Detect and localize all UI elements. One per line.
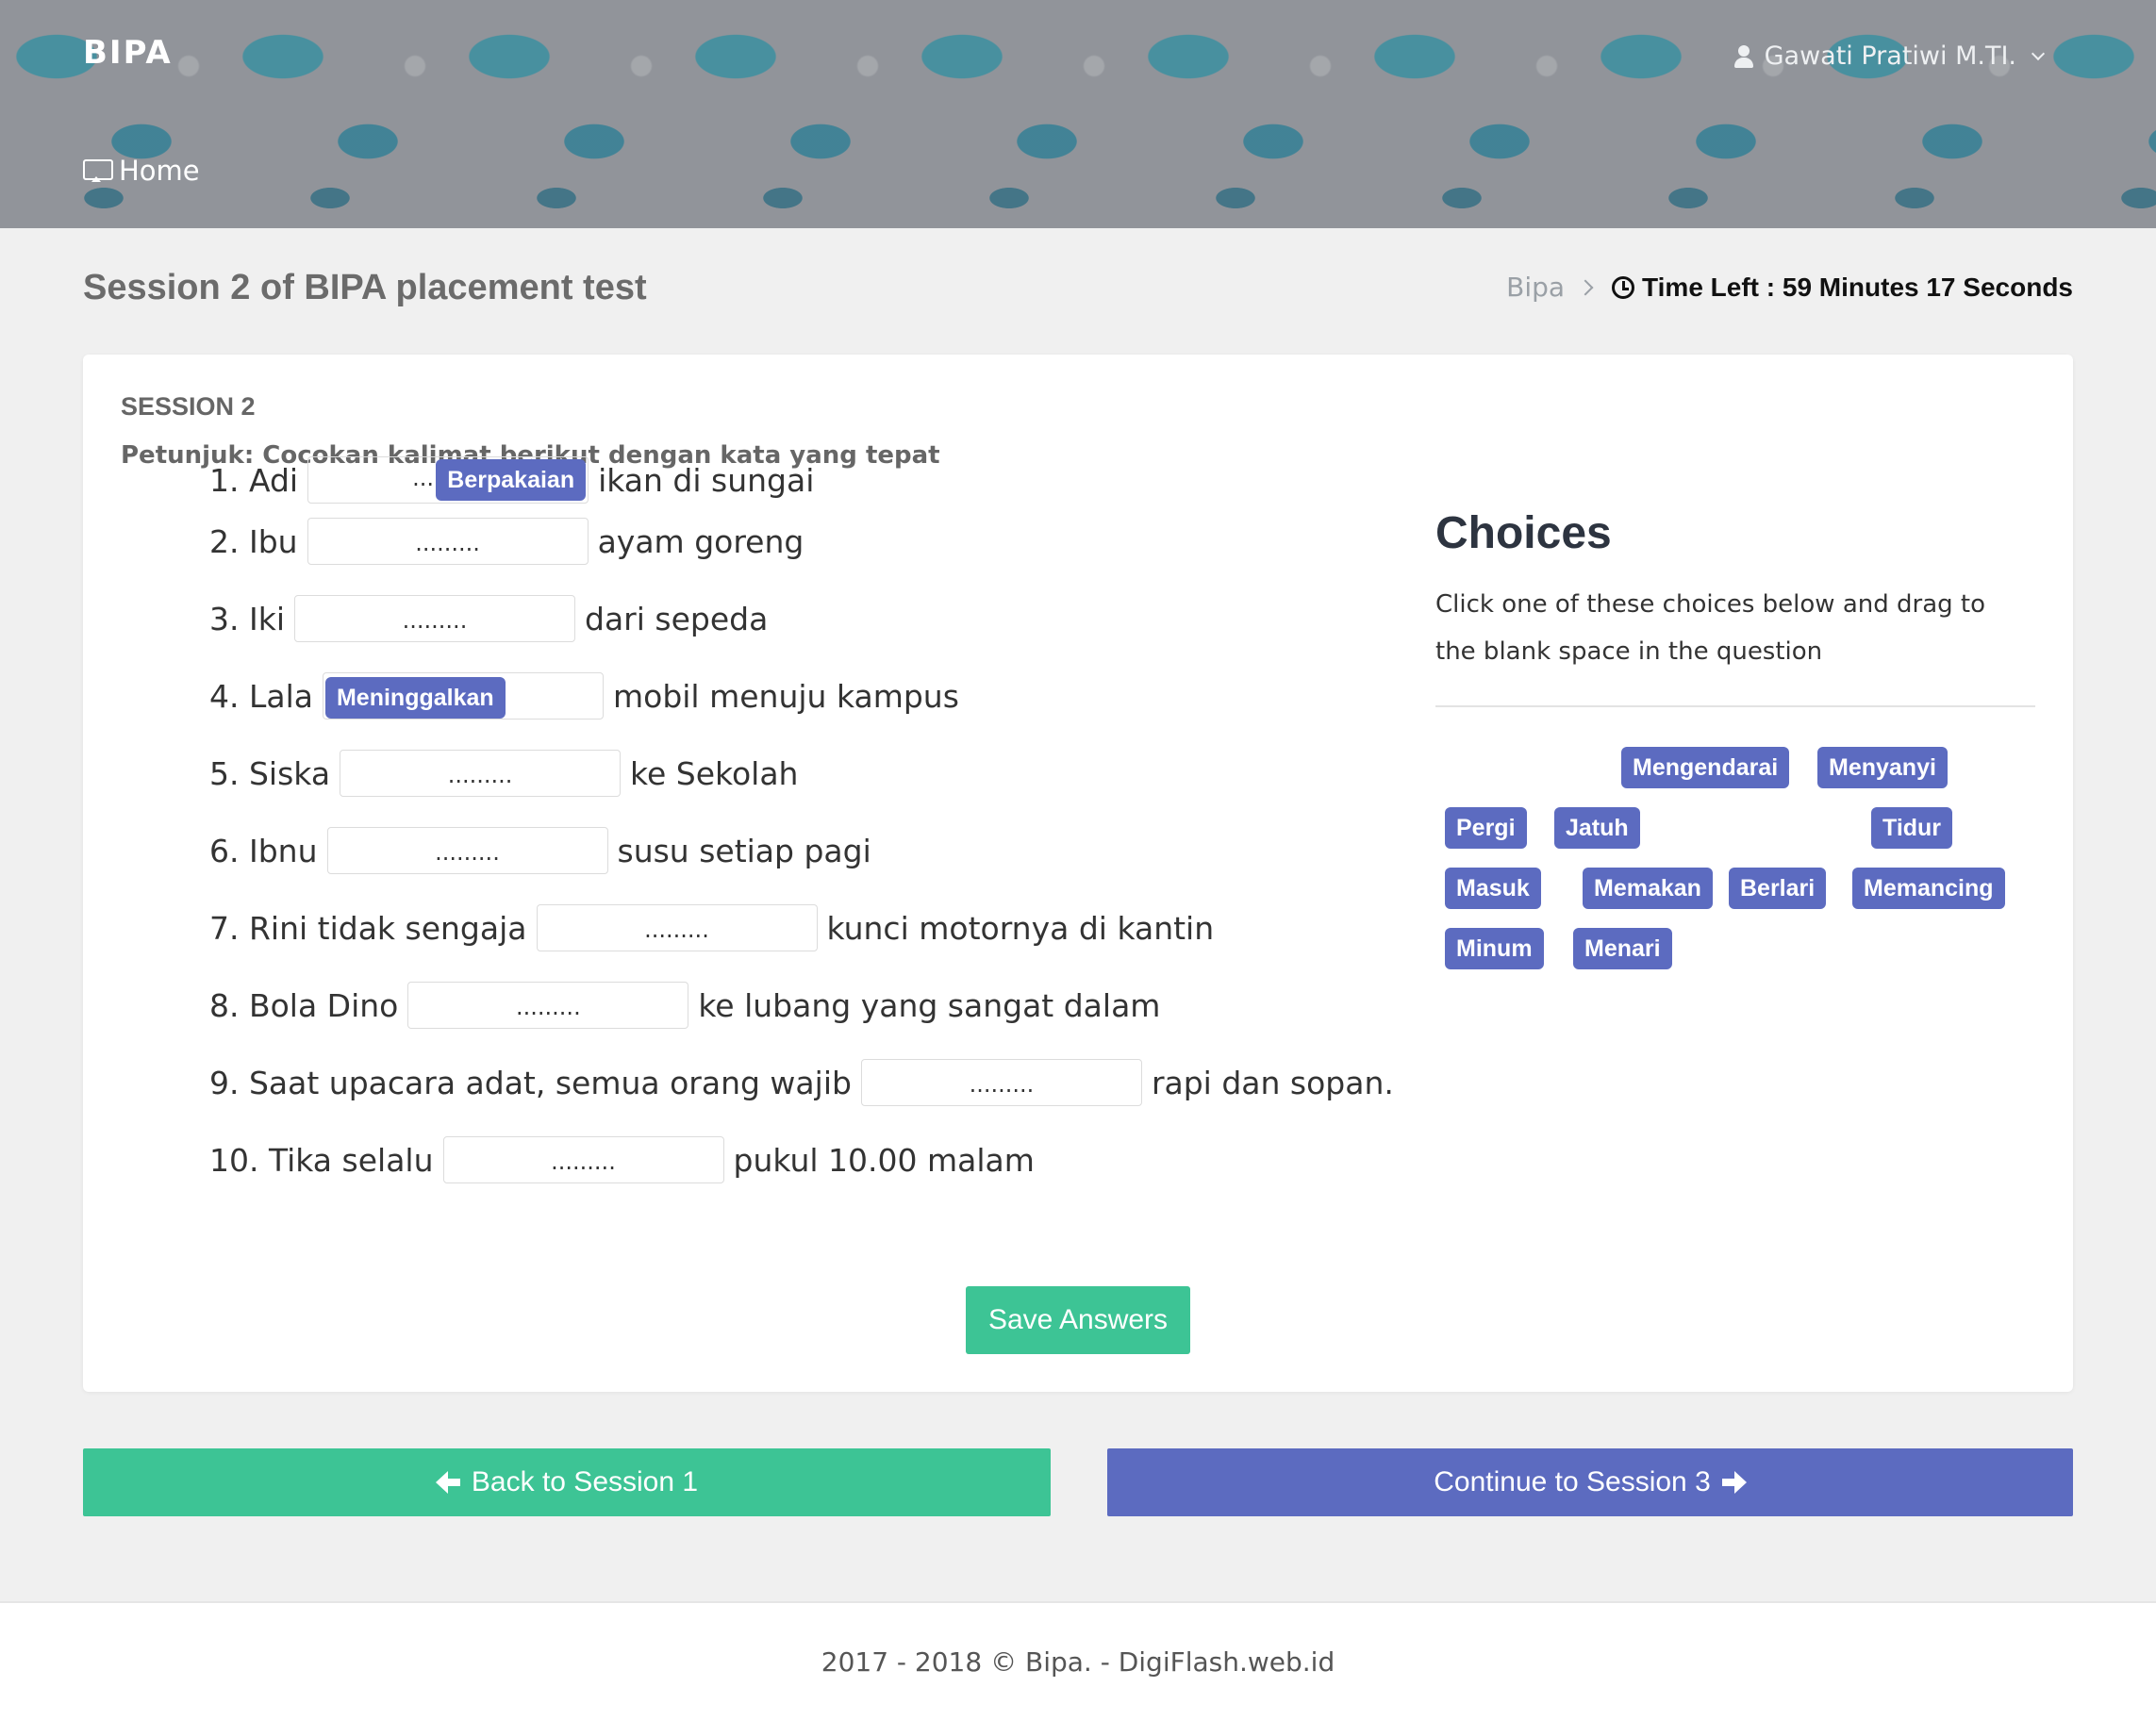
choice-chip[interactable]: Menari <box>1573 928 1672 969</box>
answer-blank[interactable]: ......... <box>407 982 689 1029</box>
time-left: Time Left : 59 Minutes 17 Seconds <box>1642 272 2073 302</box>
divider <box>1435 705 2035 707</box>
question-text: ke lubang yang sangat dalam <box>698 986 1161 1024</box>
question-text: ke Sekolah <box>630 754 799 792</box>
blank-placeholder: ......... <box>402 607 468 634</box>
question-text: kunci motornya di kantin <box>826 909 1215 947</box>
question-5: 5. Siska ......... ke Sekolah <box>209 750 798 797</box>
choice-chip[interactable]: Minum <box>1445 928 1544 969</box>
choice-chip[interactable]: Berlari <box>1729 868 1827 909</box>
question-7: 7. Rini tidak sengaja ......... kunci mo… <box>209 904 1214 951</box>
session-label: SESSION 2 <box>121 392 256 421</box>
question-8: 8. Bola Dino ......... ke lubang yang sa… <box>209 982 1160 1029</box>
save-answers-button[interactable]: Save Answers <box>966 1286 1190 1354</box>
question-text: 9. Saat upacara adat, semua orang wajib <box>209 1064 852 1101</box>
chevron-down-icon <box>2031 46 2046 60</box>
chevron-right-icon <box>1577 279 1594 295</box>
next-button-label: Continue to Session 3 <box>1434 1466 1711 1497</box>
placed-answer-chip[interactable]: Meninggalkan <box>324 677 506 719</box>
blank-placeholder: ......... <box>516 994 581 1020</box>
blank-placeholder: ......... <box>644 917 709 943</box>
answer-blank[interactable]: ......... <box>536 904 818 951</box>
blank-placeholder: ......... <box>551 1149 616 1175</box>
question-text: susu setiap pagi <box>617 832 871 869</box>
question-text: mobil menuju kampus <box>612 677 959 715</box>
question-text: rapi dan sopan. <box>1151 1064 1394 1101</box>
answer-blank[interactable]: ......... <box>307 518 589 565</box>
page-title: Session 2 of BIPA placement test <box>83 268 647 307</box>
choice-chip[interactable]: Menyanyi <box>1817 747 1948 788</box>
question-text: 3. Iki <box>209 600 285 637</box>
answer-blank[interactable]: ......... <box>860 1059 1142 1106</box>
choice-chip[interactable]: Memakan <box>1583 868 1713 909</box>
nav-home[interactable]: Home <box>83 155 200 187</box>
clock-icon <box>1612 275 1635 299</box>
question-10: 10. Tika selalu ......... pukul 10.00 ma… <box>209 1136 1035 1183</box>
question-text: dari sepeda <box>585 600 769 637</box>
continue-to-session-3-button[interactable]: Continue to Session 3 <box>1107 1448 2073 1516</box>
placed-answer-chip[interactable]: Berpakaian <box>436 459 587 501</box>
choice-chip[interactable]: Pergi <box>1445 807 1527 849</box>
question-6: 6. Ibnu ......... susu setiap pagi <box>209 827 871 874</box>
choice-chip[interactable]: Tidur <box>1871 807 1953 849</box>
question-2: 2. Ibu ......... ayam goreng <box>209 518 804 565</box>
back-button-label: Back to Session 1 <box>471 1466 699 1497</box>
footer-text: 2017 - 2018 © Bipa. - DigiFlash.web.id <box>821 1646 1335 1678</box>
answer-blank[interactable]: ......... <box>340 750 622 797</box>
choice-chip[interactable]: Memancing <box>1852 868 2005 909</box>
answer-blank[interactable]: ......... <box>442 1136 724 1183</box>
question-text: 1. Adi <box>209 461 299 499</box>
question-text: 6. Ibnu <box>209 832 318 869</box>
question-3: 3. Iki ......... dari sepeda <box>209 595 768 642</box>
answer-blank[interactable]: ......... <box>294 595 575 642</box>
blank-placeholder: ......... <box>447 762 513 788</box>
blank-placeholder: ......... <box>435 839 500 866</box>
question-text: 10. Tika selalu <box>209 1141 434 1179</box>
question-text: pukul 10.00 malam <box>733 1141 1035 1179</box>
blank-placeholder: ... <box>412 465 434 491</box>
question-text: 4. Lala <box>209 677 313 715</box>
question-text: ikan di sungai <box>598 461 815 499</box>
user-menu[interactable]: Gawati Pratiwi M.TI. <box>1733 41 2046 71</box>
breadcrumb-bipa[interactable]: Bipa <box>1506 272 1565 303</box>
question-text: ayam goreng <box>597 522 804 560</box>
header-banner: BIPA Gawati Pratiwi M.TI. Home <box>0 0 2156 228</box>
footer: 2017 - 2018 © Bipa. - DigiFlash.web.id <box>0 1601 2156 1720</box>
question-text: 5. Siska <box>209 754 331 792</box>
arrow-left-icon <box>435 1471 460 1494</box>
arrow-right-icon <box>1721 1471 1747 1494</box>
blank-placeholder: ......... <box>415 530 480 556</box>
choice-chip[interactable]: Jatuh <box>1554 807 1640 849</box>
choice-chip[interactable]: Mengendarai <box>1621 747 1790 788</box>
user-icon <box>1733 44 1753 68</box>
user-name: Gawati Pratiwi M.TI. <box>1764 41 2016 71</box>
monitor-icon <box>83 159 113 182</box>
question-text: 7. Rini tidak sengaja <box>209 909 527 947</box>
session-card: SESSION 2 Petunjuk: Cocokan kalimat beri… <box>83 355 2073 1392</box>
question-1: 1. Adi ... Berpakaian ikan di sungai <box>209 456 814 504</box>
choices-help: Click one of these choices below and dra… <box>1435 590 1986 666</box>
brand-logo[interactable]: BIPA <box>83 34 173 72</box>
question-text: 2. Ibu <box>209 522 298 560</box>
answer-blank[interactable]: Meninggalkan <box>322 672 604 719</box>
breadcrumb: Bipa Time Left : 59 Minutes 17 Seconds <box>1506 272 2073 303</box>
nav-home-label: Home <box>119 155 200 187</box>
back-to-session-1-button[interactable]: Back to Session 1 <box>83 1448 1051 1516</box>
question-text: 8. Bola Dino <box>209 986 399 1024</box>
answer-blank[interactable]: ......... <box>326 827 608 874</box>
question-4: 4. Lala Meninggalkan mobil menuju kampus <box>209 672 959 719</box>
blank-placeholder: ......... <box>969 1071 1035 1098</box>
choices-title: Choices <box>1435 508 1612 558</box>
question-9: 9. Saat upacara adat, semua orang wajib … <box>209 1059 1394 1106</box>
choice-chip[interactable]: Masuk <box>1445 868 1541 909</box>
answer-blank[interactable]: ... Berpakaian <box>307 456 589 504</box>
